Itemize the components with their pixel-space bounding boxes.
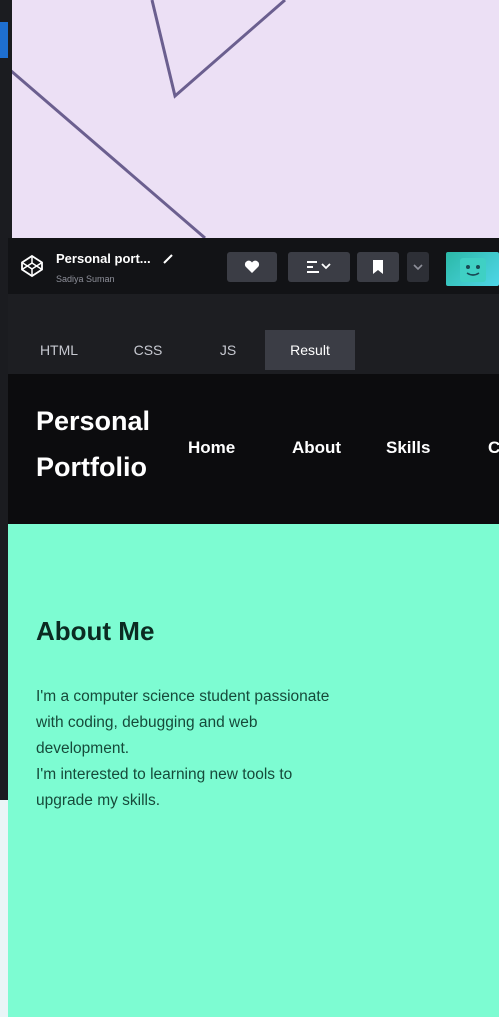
tab-html[interactable]: HTML	[34, 330, 84, 370]
tab-result[interactable]: Result	[265, 330, 355, 370]
about-line: I'm a computer science student passionat…	[36, 688, 330, 705]
editor-tabbar: HTML CSS JS Result	[8, 294, 499, 374]
like-button[interactable]	[227, 252, 277, 282]
bookmark-icon	[373, 260, 383, 274]
about-line: upgrade my skills.	[36, 792, 161, 809]
codepen-logo-icon[interactable]	[20, 254, 44, 278]
nav-contact[interactable]: C	[488, 438, 499, 458]
codepen-toolbar: Personal port... Sadiya Suman	[8, 238, 499, 295]
nav-home[interactable]: Home	[188, 438, 235, 458]
pen-title-group: Personal port... Sadiya Suman	[56, 250, 173, 284]
brand-line-1: Personal	[36, 406, 151, 436]
about-section: About Me I'm a computer science student …	[8, 524, 499, 1017]
tab-js[interactable]: JS	[208, 330, 248, 370]
pen-author[interactable]: Sadiya Suman	[56, 274, 173, 284]
brand-line-2: Portfolio	[36, 452, 147, 482]
about-text: I'm a computer science student passionat…	[36, 684, 486, 814]
bookmark-button[interactable]	[357, 252, 399, 282]
selected-indicator	[0, 22, 8, 58]
tab-css[interactable]: CSS	[128, 330, 168, 370]
pencil-icon[interactable]	[163, 254, 173, 264]
bookmark-dropdown-button[interactable]	[407, 252, 429, 282]
nav-about[interactable]: About	[292, 438, 341, 458]
scribble-drawing	[9, 0, 286, 238]
site-header: Personal Portfolio Home About Skills C	[8, 374, 499, 524]
change-view-button[interactable]	[288, 252, 350, 282]
layout-icon	[307, 261, 331, 273]
avatar-face-icon	[460, 258, 486, 282]
background-canvas	[0, 0, 499, 238]
about-line: with coding, debugging and web	[36, 714, 258, 731]
heart-icon	[244, 260, 260, 273]
about-line: I'm interested to learning new tools to	[36, 766, 293, 783]
user-avatar[interactable]	[446, 252, 499, 286]
site-brand[interactable]: Personal Portfolio	[36, 398, 150, 490]
about-line: development.	[36, 740, 130, 757]
chevron-down-icon	[413, 264, 423, 271]
pen-title[interactable]: Personal port...	[56, 251, 151, 266]
nav-skills[interactable]: Skills	[386, 438, 430, 458]
about-heading: About Me	[36, 616, 155, 646]
